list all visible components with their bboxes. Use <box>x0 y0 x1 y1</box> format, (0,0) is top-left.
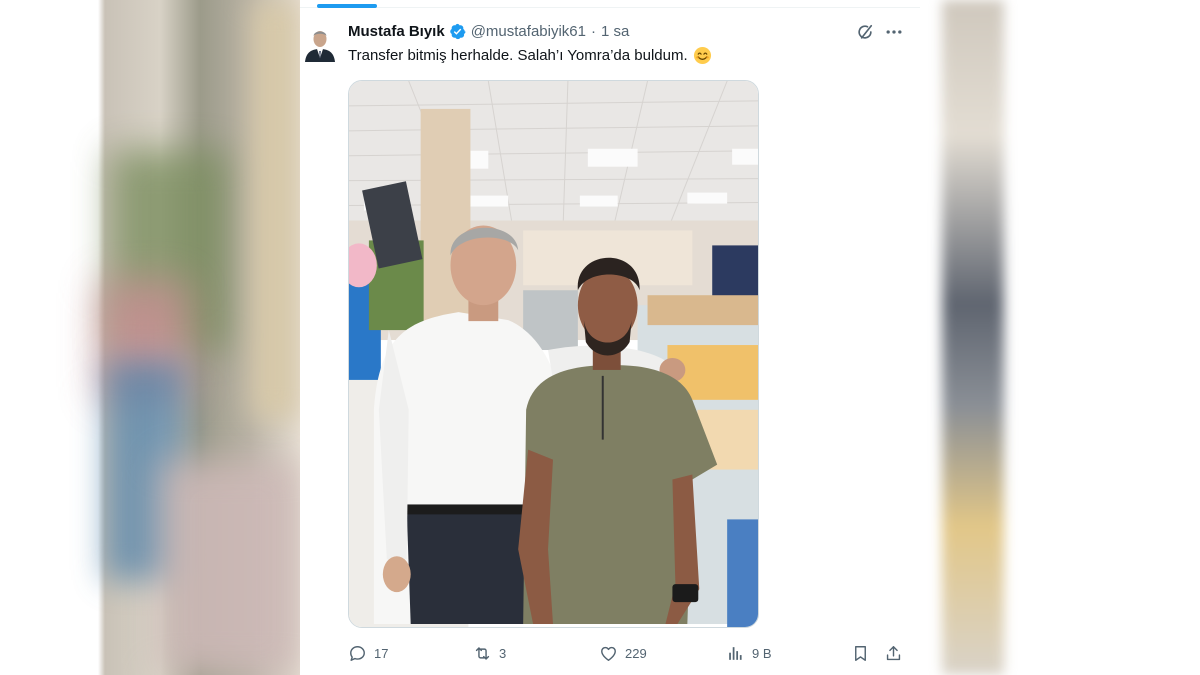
active-tab-indicator <box>317 4 377 8</box>
tweet-card[interactable]: Mustafa Bıyık @mustafabiyik61 · 1 sa Tra… <box>300 0 920 675</box>
reply-button[interactable]: 17 <box>348 641 388 665</box>
tweet-text-content: Transfer bitmiş herhalde. Salah’ı Yomra’… <box>348 47 688 64</box>
analytics-icon <box>729 652 731 660</box>
tweet-photo[interactable] <box>348 80 759 628</box>
bookmark-button[interactable] <box>851 641 870 665</box>
share-icon <box>886 645 901 660</box>
heart-icon <box>601 646 616 661</box>
more-icon[interactable] <box>884 22 904 42</box>
tab-bar-divider <box>300 0 920 8</box>
blurred-background-left <box>0 0 300 675</box>
author-handle[interactable]: @mustafabiyik61 <box>471 23 586 40</box>
share-button[interactable] <box>884 641 903 665</box>
header-separator: · <box>590 22 596 40</box>
author-name[interactable]: Mustafa Bıyık <box>348 23 445 40</box>
views-button[interactable]: 9 B <box>726 641 772 665</box>
reply-icon <box>350 645 365 661</box>
retweet-button[interactable]: 3 <box>473 641 506 665</box>
grok-icon[interactable] <box>855 22 875 42</box>
retweet-count: 3 <box>499 645 507 661</box>
blurred-background-right <box>920 0 1200 675</box>
bookmark-icon <box>855 645 866 661</box>
verified-badge-icon <box>449 23 466 40</box>
like-button[interactable]: 229 <box>599 641 647 665</box>
tweet-timestamp[interactable]: 1 sa <box>601 23 629 40</box>
tweet-header: Mustafa Bıyık @mustafabiyik61 · 1 sa <box>348 20 629 42</box>
tweet-text: Transfer bitmiş herhalde. Salah’ı Yomra’… <box>348 46 712 65</box>
tweet-actions: 17 3 229 9 B <box>348 641 918 665</box>
retweet-icon <box>475 646 490 660</box>
view-count: 9 B <box>752 645 772 661</box>
avatar[interactable] <box>303 22 337 62</box>
like-count: 229 <box>625 645 647 661</box>
smiling-face-emoji-icon <box>693 46 712 65</box>
reply-count: 17 <box>374 645 389 661</box>
